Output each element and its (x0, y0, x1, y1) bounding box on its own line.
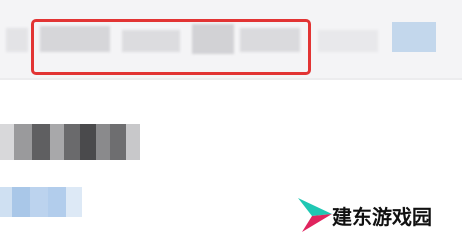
blurred-link[interactable] (0, 187, 82, 217)
search-text-blurred-1 (6, 28, 28, 52)
search-button[interactable] (392, 22, 436, 52)
search-input-highlight (31, 19, 311, 75)
divider (0, 78, 462, 80)
watermark-text: 建东游戏园 (332, 205, 432, 229)
blurred-heading (0, 124, 140, 160)
watermark: 建东游戏园 (292, 192, 462, 238)
search-text-blurred-6 (318, 30, 378, 52)
screenshot-stage: 建东游戏园 (0, 0, 462, 242)
